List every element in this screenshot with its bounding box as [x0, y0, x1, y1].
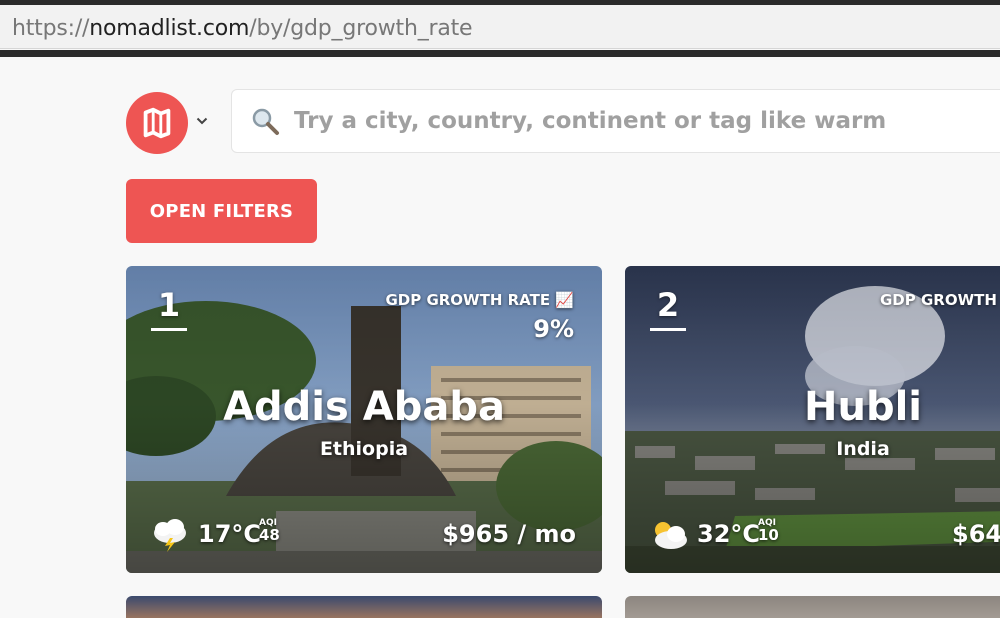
search-input[interactable]	[294, 100, 994, 142]
city-card-addis-ababa[interactable]: 1 GDP GROWTH RATE 📈 9% Addis Ababa Ethio…	[126, 266, 602, 573]
monthly-cost: $965 / mo	[442, 520, 576, 548]
chevron-down-icon[interactable]	[193, 112, 211, 130]
map-icon	[143, 107, 171, 139]
search-icon	[252, 108, 279, 135]
toolbar-divider	[0, 50, 1000, 57]
monthly-cost: $64	[952, 520, 1000, 548]
temperature: 17°C	[198, 520, 262, 548]
search-box[interactable]	[231, 89, 1000, 153]
url-host: nomadlist.com	[89, 16, 250, 41]
city-card-4[interactable]	[625, 596, 1000, 618]
metric-label: GDP GROWTH	[880, 291, 997, 309]
rank-number: 2	[650, 286, 686, 331]
aqi-value: 48	[259, 526, 280, 544]
aqi-indicator: AQI 10	[758, 519, 779, 543]
metric-value: 9%	[533, 315, 574, 343]
url-text[interactable]: https://nomadlist.com/by/gdp_growth_rate	[12, 16, 473, 41]
city-card-3[interactable]	[126, 596, 602, 618]
aqi-value: 10	[758, 526, 779, 544]
nomadlist-logo[interactable]	[126, 92, 188, 154]
url-scheme: https://	[12, 16, 90, 41]
rank-number: 1	[151, 286, 187, 331]
city-name: Addis Ababa	[223, 384, 505, 430]
address-bar[interactable]: https://nomadlist.com/by/gdp_growth_rate	[0, 5, 1000, 49]
country-name: India	[836, 438, 890, 460]
open-filters-button[interactable]: OPEN FILTERS	[126, 179, 317, 243]
country-name: Ethiopia	[319, 438, 409, 460]
city-name: Hubli	[803, 384, 922, 430]
sun-behind-cloud-icon	[655, 522, 687, 549]
url-path: /by/gdp_growth_rate	[249, 16, 473, 41]
cloud-lightning-icon	[154, 519, 186, 552]
city-card-hubli[interactable]: 2 GDP GROWTH Hubli India 32°C AQI 10 $64	[625, 266, 1000, 573]
metric-label: GDP GROWTH RATE 📈	[385, 291, 574, 309]
temperature: 32°C	[697, 520, 761, 548]
aqi-indicator: AQI 48	[259, 519, 280, 543]
